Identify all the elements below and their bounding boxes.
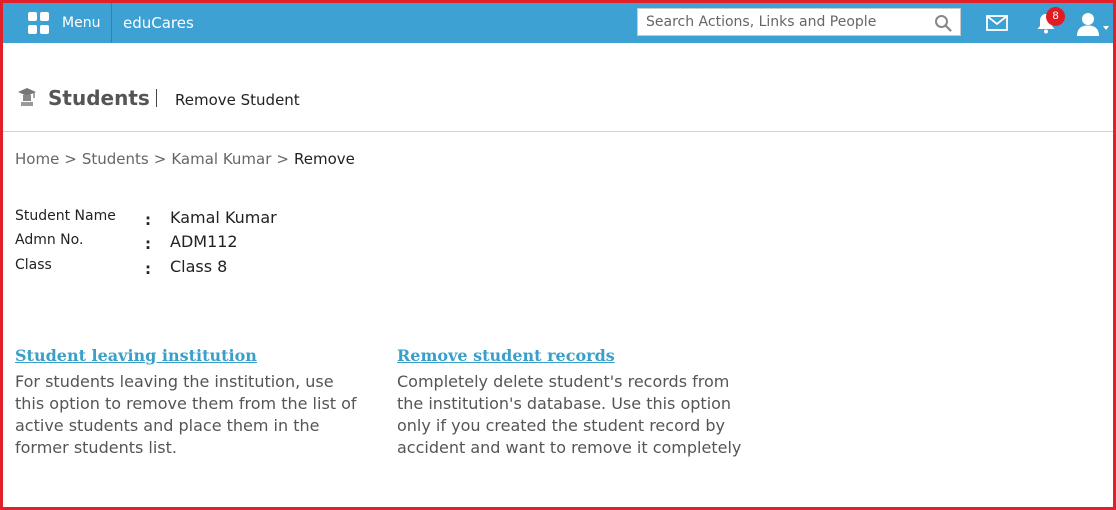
title-separator: [156, 89, 157, 107]
class-value: Class 8: [170, 257, 228, 276]
student-name-label: Student Name: [15, 208, 116, 224]
admn-no-label: Admn No.: [15, 232, 84, 248]
breadcrumb: Home > Students > Kamal Kumar > Remove: [15, 150, 355, 168]
breadcrumb-students[interactable]: Students: [82, 150, 149, 168]
option-leaving: Student leaving institution For students…: [15, 346, 360, 459]
breadcrumb-separator: >: [276, 150, 289, 168]
colon: :: [145, 235, 151, 253]
notification-badge: 8: [1046, 7, 1065, 26]
brand-name[interactable]: eduCares: [123, 14, 194, 32]
menu-label: Menu: [62, 15, 101, 31]
breadcrumb-separator: >: [153, 150, 167, 168]
student-name-row: Student Name : Kamal Kumar: [15, 208, 415, 230]
students-icon: [18, 88, 36, 106]
student-leaving-link[interactable]: Student leaving institution: [15, 346, 360, 365]
header-divider: [3, 131, 1113, 132]
search-box: [637, 8, 961, 36]
colon: :: [145, 211, 151, 229]
top-bar: Menu eduCares 8: [3, 3, 1113, 43]
search-icon[interactable]: [934, 14, 952, 32]
class-label: Class: [15, 257, 52, 273]
page-subtitle: Remove Student: [175, 91, 300, 109]
remove-records-link[interactable]: Remove student records: [397, 346, 742, 365]
breadcrumb-home[interactable]: Home: [15, 150, 59, 168]
breadcrumb-student[interactable]: Kamal Kumar: [171, 150, 271, 168]
user-icon[interactable]: [1076, 11, 1110, 37]
remove-records-desc: Completely delete student's records from…: [397, 372, 742, 457]
option-remove: Remove student records Completely delete…: [397, 346, 742, 459]
search-input[interactable]: [638, 9, 928, 35]
student-leaving-desc: For students leaving the institution, us…: [15, 372, 357, 457]
admn-no-value: ADM112: [170, 232, 238, 251]
student-name-value: Kamal Kumar: [170, 208, 277, 227]
class-row: Class : Class 8: [15, 257, 415, 279]
colon: :: [145, 260, 151, 278]
mail-icon[interactable]: [986, 14, 1008, 32]
menu-button[interactable]: Menu: [16, 3, 112, 43]
breadcrumb-separator: >: [64, 150, 77, 168]
admn-no-row: Admn No. : ADM112: [15, 232, 415, 254]
grid-icon: [28, 12, 50, 34]
breadcrumb-current: Remove: [293, 150, 355, 168]
page-title: Students: [48, 86, 150, 110]
